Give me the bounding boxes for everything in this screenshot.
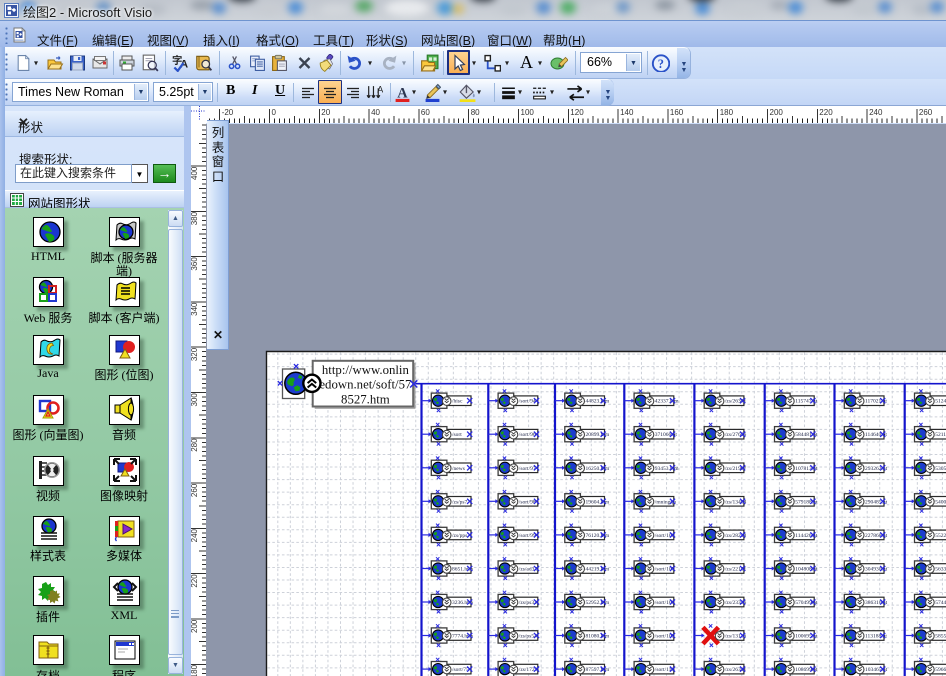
svg-text:52952.htm: 52952.htm bbox=[586, 600, 610, 606]
svg-text:5211: 5211 bbox=[935, 432, 946, 438]
svg-text:5744: 5744 bbox=[935, 600, 946, 606]
svg-text:/hisc: /hisc bbox=[452, 399, 463, 405]
svg-text:/zs/pps: /zs/pps bbox=[452, 533, 467, 539]
svg-text:20: 20 bbox=[321, 108, 330, 117]
svg-text:5966: 5966 bbox=[935, 667, 946, 673]
svg-text:320: 320 bbox=[191, 347, 199, 361]
svg-text:5400: 5400 bbox=[935, 499, 946, 505]
svg-text:5855: 5855 bbox=[935, 634, 946, 640]
svg-text:40: 40 bbox=[371, 108, 380, 117]
svg-text:200: 200 bbox=[191, 619, 199, 633]
svg-text:81080.htm: 81080.htm bbox=[586, 634, 610, 640]
svg-text:/zs/ps32: /zs/ps32 bbox=[519, 600, 537, 606]
svg-text:44219.htm: 44219.htm bbox=[586, 567, 610, 573]
svg-text:160: 160 bbox=[670, 108, 684, 117]
svg-text:76120.htm: 76120.htm bbox=[586, 533, 610, 539]
svg-text:-20: -20 bbox=[222, 108, 234, 117]
svg-text:260: 260 bbox=[191, 483, 199, 497]
svg-text:380: 380 bbox=[191, 211, 199, 225]
svg-text:/sort: /sort bbox=[452, 432, 462, 438]
svg-text:87597.htm: 87597.htm bbox=[586, 667, 610, 673]
svg-text:0: 0 bbox=[272, 108, 277, 117]
svg-text:260: 260 bbox=[919, 108, 933, 117]
svg-text:220: 220 bbox=[819, 108, 833, 117]
svg-text:/zs/ps7: /zs/ps7 bbox=[452, 499, 468, 505]
svg-text:60: 60 bbox=[421, 108, 430, 117]
svg-text:80: 80 bbox=[471, 108, 480, 117]
svg-text:edown.net/soft/57: edown.net/soft/57 bbox=[319, 378, 412, 392]
svg-text:100: 100 bbox=[521, 108, 535, 117]
svg-text:8527.htm: 8527.htm bbox=[341, 393, 390, 407]
svg-text:44823.htm: 44823.htm bbox=[586, 399, 610, 405]
svg-text:180: 180 bbox=[191, 664, 199, 676]
svg-text:120: 120 bbox=[570, 108, 584, 117]
svg-text:/sort/96: /sort/96 bbox=[519, 432, 536, 438]
svg-text:220: 220 bbox=[191, 574, 199, 588]
svg-text:240: 240 bbox=[869, 108, 883, 117]
svg-text:19604.htm: 19604.htm bbox=[586, 499, 610, 505]
svg-text:?: ? bbox=[658, 57, 664, 71]
svg-text:/sort/98: /sort/98 bbox=[519, 499, 536, 505]
svg-text:20899.htm: 20899.htm bbox=[586, 432, 610, 438]
svg-text:http://www.onlin: http://www.onlin bbox=[322, 363, 410, 377]
svg-text:140: 140 bbox=[620, 108, 634, 117]
svg-text:/sort/97: /sort/97 bbox=[519, 466, 536, 472]
svg-text:42337.htm: 42337.htm bbox=[655, 399, 679, 405]
svg-text:/sort/99: /sort/99 bbox=[519, 533, 536, 539]
svg-text:200: 200 bbox=[770, 108, 784, 117]
svg-text:5305: 5305 bbox=[935, 466, 946, 472]
svg-text:300: 300 bbox=[191, 393, 199, 407]
svg-text:400: 400 bbox=[191, 166, 199, 180]
svg-text:240: 240 bbox=[191, 528, 199, 542]
svg-text:/sort/94: /sort/94 bbox=[519, 399, 536, 405]
svg-text:180: 180 bbox=[720, 108, 734, 117]
svg-text:340: 340 bbox=[191, 302, 199, 316]
svg-text:/zs/ps54: /zs/ps54 bbox=[519, 634, 537, 640]
svg-text:5522: 5522 bbox=[935, 533, 946, 539]
svg-text:/sort/75: /sort/75 bbox=[452, 667, 469, 673]
svg-text:5124: 5124 bbox=[935, 399, 946, 405]
svg-text:280: 280 bbox=[191, 438, 199, 452]
svg-text:/news: /news bbox=[452, 466, 465, 472]
svg-text:360: 360 bbox=[191, 257, 199, 271]
svg-text:93453.htm: 93453.htm bbox=[655, 466, 679, 472]
svg-text:A: A bbox=[377, 85, 383, 95]
svg-text:5633: 5633 bbox=[935, 567, 946, 573]
svg-text:16250.htm: 16250.htm bbox=[586, 466, 610, 472]
